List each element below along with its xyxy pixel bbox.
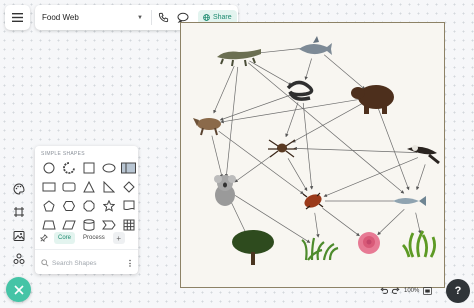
connector-fish-rose[interactable] <box>377 209 405 236</box>
hamburger-icon <box>12 13 23 22</box>
connector-fish-seaweed[interactable] <box>415 212 422 234</box>
shape-grid <box>41 160 136 232</box>
circular-arrow-shape[interactable] <box>61 160 76 175</box>
tab-core[interactable]: Core <box>54 232 76 244</box>
spider-icon[interactable] <box>268 139 296 158</box>
panel-heading: SIMPLE SHAPES <box>41 151 85 157</box>
more-options-icon[interactable]: ⋮ <box>126 259 134 268</box>
pentagon-shape[interactable] <box>41 198 56 213</box>
shark-icon[interactable] <box>299 36 332 55</box>
table-shape[interactable] <box>121 217 136 232</box>
close-icon <box>13 284 24 295</box>
food-web-diagram <box>193 36 440 265</box>
shapes-tool-button[interactable] <box>11 251 27 267</box>
panel-tabs: Core Process + <box>38 232 125 244</box>
square-shape[interactable] <box>81 160 96 175</box>
connector-spider-beetle[interactable] <box>287 158 308 192</box>
diamond-shape[interactable] <box>121 179 136 194</box>
panel-divider <box>35 249 138 250</box>
trapezoid-shape[interactable] <box>41 217 56 232</box>
beetle-icon[interactable] <box>302 192 324 210</box>
connector-crocodile-koala[interactable] <box>224 66 239 178</box>
globe-icon <box>203 14 210 21</box>
connector-bear-wolf[interactable] <box>220 98 363 124</box>
connector-beetle-rose[interactable] <box>322 207 360 237</box>
rose-icon[interactable] <box>358 232 380 254</box>
help-button[interactable]: ? <box>446 279 470 303</box>
cylinder-shape[interactable] <box>81 217 96 232</box>
zoom-level[interactable]: 100% <box>404 288 419 294</box>
image-tool-button[interactable] <box>11 228 27 244</box>
connector-wolf-koala[interactable] <box>211 135 224 178</box>
image-icon <box>13 231 25 241</box>
frame-tool-button[interactable] <box>11 204 27 220</box>
toolbar-divider <box>150 10 152 25</box>
palette-icon <box>13 183 25 195</box>
connector-crocodile-fish[interactable] <box>247 62 405 194</box>
fish-icon[interactable] <box>393 196 426 206</box>
seaweed-icon[interactable] <box>401 230 436 258</box>
frame-icon <box>14 207 24 217</box>
zoom-toolbar: 100% <box>360 284 443 298</box>
chevron-down-icon[interactable]: ▼ <box>137 15 143 21</box>
triangle-shape[interactable] <box>81 179 96 194</box>
shapes-icon <box>13 253 25 264</box>
menu-button[interactable] <box>5 5 30 30</box>
star-shape[interactable] <box>101 198 116 213</box>
octagon-shape[interactable] <box>81 198 96 213</box>
pin-icon[interactable] <box>38 232 50 244</box>
connector-snake-spider[interactable] <box>285 102 299 138</box>
connector-shark-snake[interactable] <box>304 58 312 81</box>
connector-beetle-grass[interactable] <box>314 212 320 238</box>
redo-icon[interactable] <box>392 287 400 295</box>
connector-eagle-spider[interactable] <box>293 146 418 153</box>
rectangle-shape[interactable] <box>41 179 56 194</box>
add-library-button[interactable]: + <box>112 232 125 244</box>
hexagon-shape[interactable] <box>61 198 76 213</box>
koala-icon[interactable] <box>214 175 236 206</box>
parallelogram-shape[interactable] <box>61 217 76 232</box>
connector-crocodile-wolf[interactable] <box>213 65 235 114</box>
theme-button[interactable] <box>11 181 27 197</box>
close-panel-button[interactable] <box>6 277 31 302</box>
right-triangle-shape[interactable] <box>101 179 116 194</box>
ellipse-shape[interactable] <box>101 160 116 175</box>
connector-eagle-fish[interactable] <box>416 164 426 191</box>
connector-spider-koala[interactable] <box>234 154 273 183</box>
tree-icon[interactable] <box>232 230 274 265</box>
tab-process[interactable]: Process <box>79 232 109 244</box>
shape-search[interactable]: Search Shapes ⋮ <box>41 256 134 270</box>
undo-icon[interactable] <box>380 287 388 295</box>
circle-shape[interactable] <box>41 160 56 175</box>
card-shape[interactable] <box>121 160 136 175</box>
search-input[interactable]: Search Shapes <box>52 260 123 267</box>
connector-bear-fish[interactable] <box>377 108 410 191</box>
diagram-canvas[interactable] <box>180 22 445 288</box>
document-shape[interactable] <box>121 198 136 213</box>
rounded-rectangle-shape[interactable] <box>61 179 76 194</box>
shapes-panel: SIMPLE SHAPES Core Process + Search Shap… <box>35 146 138 274</box>
document-title[interactable]: Food Web <box>35 13 137 22</box>
wolf-icon[interactable] <box>193 118 221 136</box>
share-label: Share <box>212 14 232 21</box>
snake-icon[interactable] <box>286 80 314 101</box>
search-icon <box>41 259 49 267</box>
step-shape[interactable] <box>101 217 116 232</box>
phone-icon[interactable] <box>158 12 169 23</box>
edge-group <box>211 47 426 243</box>
connector-snake-beetle[interactable] <box>302 102 314 190</box>
fit-screen-icon[interactable] <box>423 287 433 295</box>
connector-shark-bear[interactable] <box>323 54 366 90</box>
